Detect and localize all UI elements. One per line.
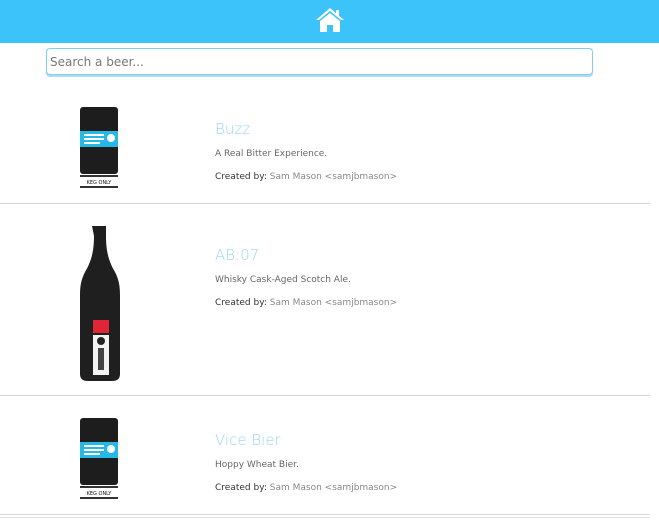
beer-creator: Created by: Sam Mason <samjbmason> <box>215 298 397 308</box>
beer-list-item[interactable]: KEG ONLY Vice Bier Hoppy Wheat Bier. Cre… <box>0 396 650 515</box>
beer-name[interactable]: Vice Bier <box>215 431 281 449</box>
creator-name: Sam Mason <samjbmason> <box>269 298 398 308</box>
beer-tagline: A Real Bitter Experience. <box>215 149 328 159</box>
created-by-label: Created by: <box>215 483 267 493</box>
bottle-icon <box>80 226 120 381</box>
beer-name[interactable]: Buzz <box>215 120 250 138</box>
top-header <box>0 0 659 43</box>
beer-tagline: Hoppy Wheat Bier. <box>215 460 299 470</box>
keg-label: KEG ONLY <box>87 491 113 497</box>
creator-name: Sam Mason <samjbmason> <box>269 483 398 493</box>
keg-label: KEG ONLY <box>87 180 113 186</box>
keg-icon: KEG ONLY <box>80 418 118 499</box>
beer-name[interactable]: AB:07 <box>215 246 259 264</box>
beer-list-item[interactable]: KEG ONLY Buzz A Real Bitter Experience. … <box>0 90 650 204</box>
keg-icon: KEG ONLY <box>80 107 118 188</box>
beer-creator: Created by: Sam Mason <samjbmason> <box>215 483 397 493</box>
beer-creator: Created by: Sam Mason <samjbmason> <box>215 172 397 182</box>
created-by-label: Created by: <box>215 172 267 182</box>
beer-list-item[interactable]: AB:07 Whisky Cask-Aged Scotch Ale. Creat… <box>0 204 650 396</box>
beer-list: KEG ONLY Buzz A Real Bitter Experience. … <box>0 90 650 515</box>
list-divider <box>0 517 650 518</box>
beer-tagline: Whisky Cask-Aged Scotch Ale. <box>215 275 351 285</box>
home-icon[interactable] <box>315 7 345 33</box>
creator-name: Sam Mason <samjbmason> <box>269 172 398 182</box>
created-by-label: Created by: <box>215 298 267 308</box>
search-bar <box>46 48 593 75</box>
search-input[interactable] <box>46 48 593 75</box>
